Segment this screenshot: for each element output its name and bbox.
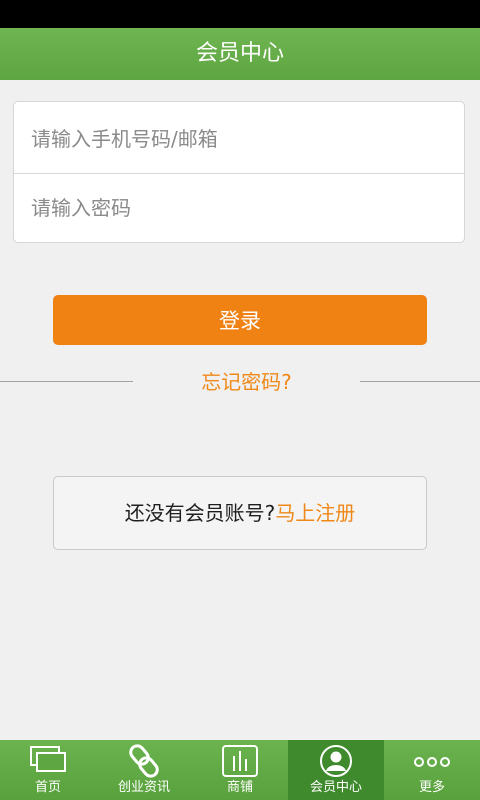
login-form [13,101,465,243]
user-icon [316,744,356,778]
page-title: 会员中心 [195,41,284,66]
tab-news[interactable]: 创业资讯 [96,740,192,800]
tab-label: 商铺 [226,780,253,795]
login-button[interactable]: 登录 [53,295,427,345]
link-icon [124,744,164,778]
store-icon [220,744,260,778]
tab-stores[interactable]: 商铺 [192,740,288,800]
tab-home[interactable]: 首页 [0,740,96,800]
account-input[interactable] [14,104,464,174]
tab-more[interactable]: 更多 [384,740,480,800]
register-box: 还没有会员账号?马上注册 [53,476,427,550]
tab-label: 更多 [418,780,445,795]
bottom-tab-bar: 首页 创业资讯 商铺 会员中心 更多 [0,740,480,800]
tab-label: 首页 [34,780,61,795]
divider-left [0,381,133,382]
status-bar [0,0,480,28]
page-header: 会员中心 [0,28,480,80]
password-input[interactable] [14,173,464,243]
more-icon [412,744,452,778]
forgot-password-link[interactable]: 忘记密码? [133,366,360,398]
tab-label: 创业资讯 [117,780,170,795]
tab-label: 会员中心 [309,780,362,795]
register-link[interactable]: 马上注册 [275,501,355,525]
home-icon [28,744,68,778]
tab-member-center[interactable]: 会员中心 [288,740,384,800]
divider-right [360,381,480,382]
register-prompt: 还没有会员账号? [124,501,276,525]
